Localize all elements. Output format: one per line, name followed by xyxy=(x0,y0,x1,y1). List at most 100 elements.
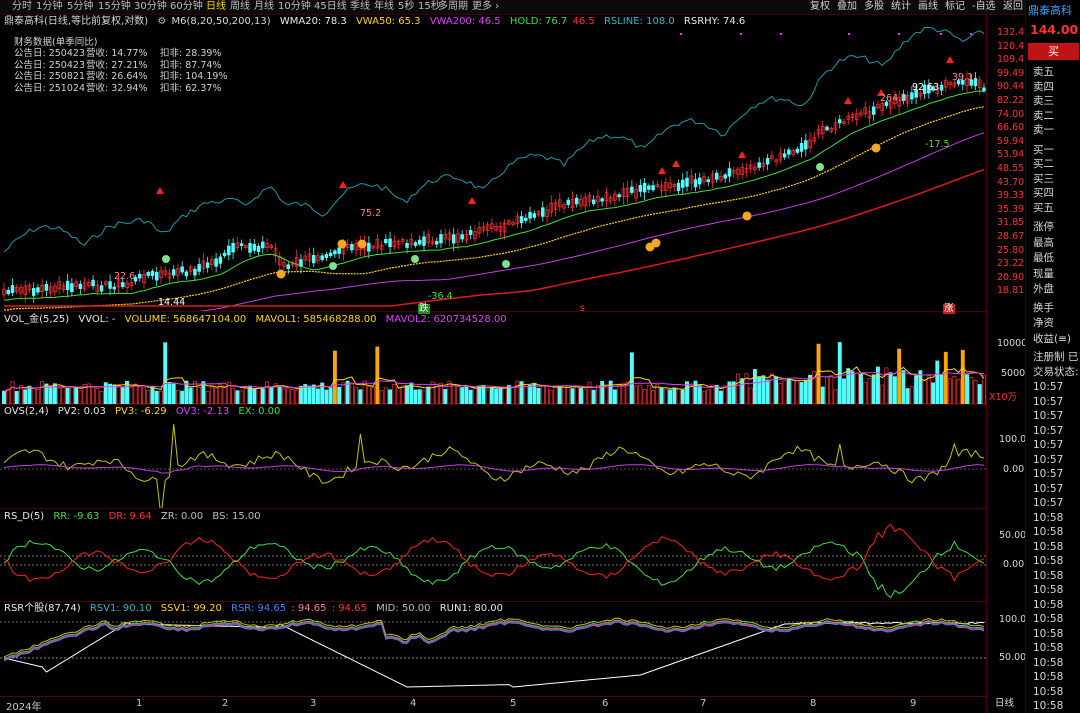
settings-icon[interactable]: ⚙ xyxy=(157,16,166,27)
mark-neg36-4: -36.4 xyxy=(428,291,453,302)
fin-cell: 扣非: 62.37% xyxy=(160,82,222,94)
period-tab-5[interactable]: 60分钟 xyxy=(170,1,203,13)
volume-bar xyxy=(214,387,219,404)
rsd-panel[interactable]: RS_D(5) RR: -9.63 DR: 9.64 ZR: 0.00 BS: … xyxy=(0,509,986,602)
volume-bar xyxy=(116,383,121,404)
tick-time-4: 10:57 xyxy=(1033,439,1064,451)
buy-button[interactable]: 买 xyxy=(1028,43,1079,60)
period-tab-13[interactable]: 5秒 xyxy=(398,1,414,13)
period-tab-2[interactable]: 5分钟 xyxy=(67,1,93,13)
period-tab-4[interactable]: 30分钟 xyxy=(134,1,167,13)
period-tab-15[interactable]: 多周期 xyxy=(438,1,468,13)
volume-bar xyxy=(604,386,609,404)
volume-bar xyxy=(965,374,969,404)
signal-marker xyxy=(337,239,347,249)
signal-marker xyxy=(816,163,824,171)
period-tab-0[interactable]: 分时 xyxy=(12,1,32,13)
candle-body xyxy=(78,283,83,289)
candle-body xyxy=(324,254,329,259)
pv3-value: PV3: -6.29 xyxy=(115,406,167,417)
main-price-panel[interactable]: 鼎泰高科(日线,等比前复权,对数) ⚙ M6(8,20,50,200,13) W… xyxy=(0,14,986,314)
candle-body xyxy=(532,213,537,218)
volume-bar xyxy=(388,389,393,404)
series-line xyxy=(3,619,985,660)
volume-bar xyxy=(23,389,28,404)
pv2-value: PV2: 0.03 xyxy=(57,406,106,417)
candle-body xyxy=(676,182,681,191)
volume-panel[interactable]: VOL_金(5,25) VVOL: - VOLUME: 568647104.00… xyxy=(0,312,986,405)
vwa200-value: VWA200: 46.5 xyxy=(429,16,501,27)
period-tab-12[interactable]: 年线 xyxy=(374,1,394,13)
toolbar-btn-4[interactable]: 画线 xyxy=(918,1,938,13)
stock-name[interactable]: 鼎泰高科 xyxy=(1028,4,1072,17)
volume-bar xyxy=(591,389,596,404)
volume-bar xyxy=(6,388,11,404)
volume-bar xyxy=(31,388,36,404)
mark-22-6: 22.6 xyxy=(114,271,136,282)
candle-body xyxy=(468,230,473,235)
period-tab-11[interactable]: 季线 xyxy=(350,1,370,13)
fin-row-1: 公告日: 250423营收: 27.21% 扣非: 87.74% xyxy=(14,60,240,71)
candle-body xyxy=(681,179,685,188)
toolbar-btn-1[interactable]: 叠加 xyxy=(837,1,857,13)
signal-dot xyxy=(848,33,850,35)
period-tab-16[interactable]: 更多 › xyxy=(472,1,499,13)
toolbar-btn-2[interactable]: 多股 xyxy=(864,1,884,13)
volume-bar xyxy=(400,385,405,404)
candle-body xyxy=(405,242,409,248)
candle-body xyxy=(31,288,36,296)
toolbar-btn-7[interactable]: 返回 xyxy=(1003,1,1023,13)
period-tab-8[interactable]: 月线 xyxy=(254,1,274,13)
right-value-axis: 132.4 120.4 109.4 99.49 90.44 82.22 74.00 66.60… xyxy=(986,14,1027,713)
rsr-name: RSR个股(87,74) xyxy=(4,603,81,614)
toolbar-btn-3[interactable]: 统计 xyxy=(891,1,911,13)
volume-bar xyxy=(154,390,159,404)
volume-bar xyxy=(430,381,435,404)
candle-body xyxy=(939,84,944,91)
fin-cell: 扣非: 87.74% xyxy=(160,59,222,71)
volume-bar xyxy=(375,346,380,404)
volume-bar xyxy=(922,380,927,404)
candle-body xyxy=(460,234,464,240)
period-tab-3[interactable]: 15分钟 xyxy=(98,1,131,13)
signal-triangle xyxy=(946,56,954,63)
volume-bar xyxy=(171,382,176,404)
volume-bar xyxy=(676,388,681,404)
signal-marker xyxy=(502,260,510,268)
toolbar-btn-0[interactable]: 复权 xyxy=(810,1,830,13)
rsr-panel[interactable]: RSR个股(87,74) RSV1: 90.10 SSV1: 99.20 RSR… xyxy=(0,602,986,697)
volume-bar xyxy=(328,387,333,404)
volume-bar xyxy=(901,370,906,404)
volume-bar xyxy=(719,390,723,404)
x-tick-8: 8 xyxy=(810,698,817,709)
tick-time-14: 10:58 xyxy=(1033,584,1064,596)
toolbar-btn-5[interactable]: 标记 xyxy=(945,1,965,13)
volume-bar xyxy=(935,360,940,404)
candle-body xyxy=(261,241,265,249)
candle-body xyxy=(765,157,770,165)
volume-bar xyxy=(765,379,770,404)
vol-unit: X10万 xyxy=(989,392,1018,403)
period-tab-9[interactable]: 10分钟 xyxy=(278,1,311,13)
candle-body xyxy=(180,266,184,273)
ovs-panel[interactable]: OVS(2,4) PV2: 0.03 PV3: -6.29 OV3: -2.13… xyxy=(0,405,986,509)
period-tab-7[interactable]: 周线 xyxy=(230,1,250,13)
bid-level-4: 买五 xyxy=(1033,201,1054,214)
volume-bar xyxy=(761,375,766,404)
candle-body xyxy=(685,177,689,187)
candle-body xyxy=(706,179,710,183)
candle-body xyxy=(252,244,257,251)
toolbar-btn-6[interactable]: -自选 xyxy=(972,1,996,13)
period-tab-1[interactable]: 1分钟 xyxy=(36,1,62,13)
volume-bar xyxy=(129,387,134,404)
volume-bar xyxy=(78,390,83,404)
volume-bar xyxy=(2,390,6,404)
volume-bar xyxy=(952,376,957,404)
signal-triangle xyxy=(844,97,852,104)
volume-bar xyxy=(468,389,473,404)
signal-dot xyxy=(740,33,742,35)
volume-bar xyxy=(540,384,545,404)
x-tick-6: 6 xyxy=(602,698,609,709)
period-tab-6[interactable]: 日线 xyxy=(206,1,226,13)
period-tab-10[interactable]: 45日线 xyxy=(314,1,347,13)
